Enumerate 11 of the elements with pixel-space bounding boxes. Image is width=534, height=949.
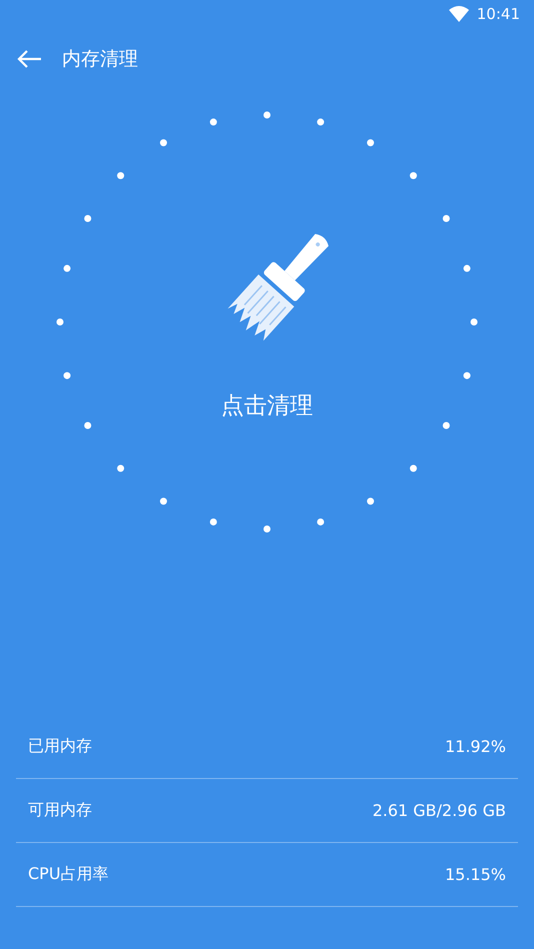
stat-label: 可用内存 bbox=[28, 800, 92, 821]
page-title: 内存清理 bbox=[62, 47, 138, 72]
clean-button[interactable]: 点击清理 bbox=[221, 390, 313, 421]
stat-label: CPU占用率 bbox=[28, 864, 109, 885]
stat-value: 11.92% bbox=[444, 737, 506, 756]
status-time: 10:41 bbox=[476, 5, 520, 23]
stat-value: 15.15% bbox=[444, 865, 506, 884]
stat-value: 2.61 GB/2.96 GB bbox=[372, 801, 506, 820]
wifi-icon bbox=[448, 6, 469, 22]
stat-label: 已用内存 bbox=[28, 736, 92, 757]
back-button[interactable] bbox=[16, 49, 42, 69]
